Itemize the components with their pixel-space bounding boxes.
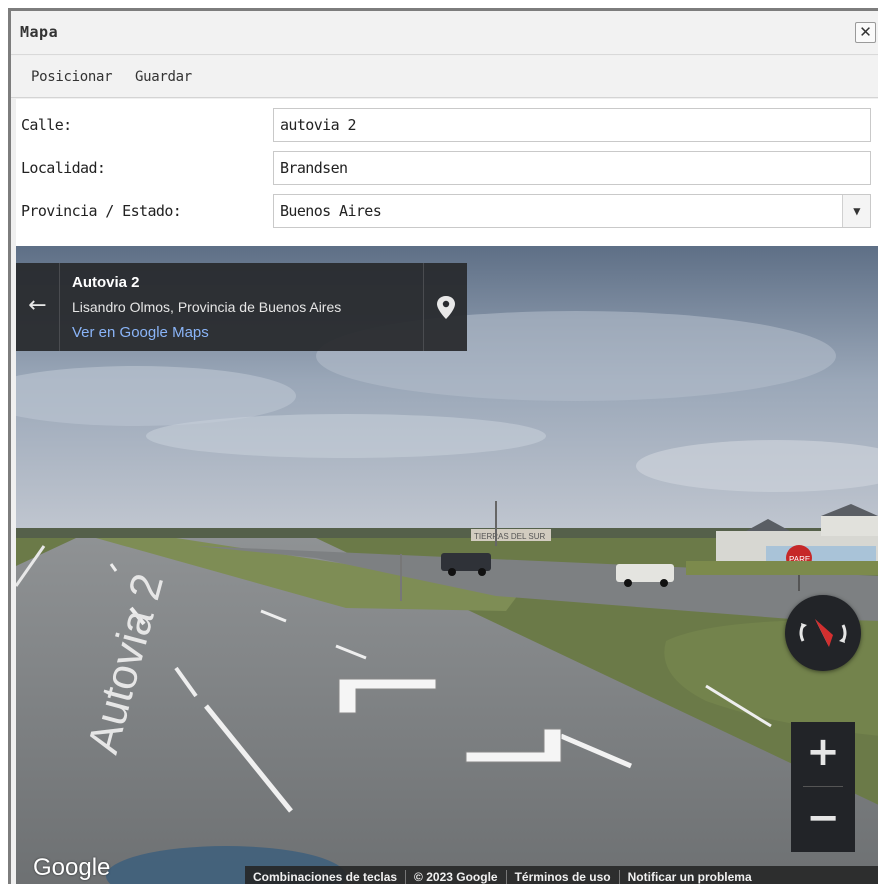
location-card: ← Autovia 2 Lisandro Olmos, Provincia de… <box>16 263 467 351</box>
copyright-text: © 2023 Google <box>406 869 507 884</box>
close-icon: ✕ <box>859 23 872 41</box>
map-pin-button[interactable] <box>423 263 467 351</box>
address-form: Calle: autovia 2 Localidad: Brandsen Pro… <box>16 99 878 246</box>
street-input[interactable]: autovia 2 <box>273 108 871 142</box>
map-dialog: Mapa ✕ Posicionar Guardar Calle: autovia… <box>8 8 878 884</box>
map-footer: Combinaciones de teclas © 2023 Google Té… <box>245 866 878 884</box>
street-row: Calle: autovia 2 <box>16 107 878 143</box>
zoom-in-button[interactable]: + <box>791 722 855 786</box>
save-button[interactable]: Guardar <box>135 69 192 85</box>
locality-input[interactable]: Brandsen <box>273 151 871 185</box>
map-pin-icon <box>437 296 455 319</box>
province-row: Provincia / Estado: Buenos Aires ▼ <box>16 193 878 229</box>
zoom-divider <box>803 786 843 787</box>
compass-icon[interactable] <box>785 595 861 671</box>
google-maps-link[interactable]: Ver en Google Maps <box>72 324 209 341</box>
locality-row: Localidad: Brandsen <box>16 150 878 186</box>
arrow-left-icon[interactable]: ← <box>16 263 60 351</box>
province-select[interactable]: Buenos Aires ▼ <box>273 194 871 228</box>
close-button[interactable]: ✕ <box>855 22 876 43</box>
dialog-title: Mapa <box>20 23 59 41</box>
chevron-down-icon[interactable]: ▼ <box>842 195 870 227</box>
report-problem-link[interactable]: Notificar un problema <box>620 870 756 884</box>
card-subtitle: Lisandro Olmos, Provincia de Buenos Aire… <box>72 299 342 315</box>
zoom-out-button[interactable]: − <box>791 788 855 852</box>
card-title: Autovia 2 <box>72 274 140 291</box>
google-logo: Google <box>33 854 111 881</box>
svg-text:TIERRAS DEL SUR: TIERRAS DEL SUR <box>474 532 545 541</box>
terms-link[interactable]: Términos de uso <box>507 869 620 884</box>
dialog-titlebar[interactable]: Mapa ✕ <box>11 11 878 55</box>
street-label: Calle: <box>21 116 72 134</box>
locality-label: Localidad: <box>21 159 106 177</box>
keyboard-shortcuts-link[interactable]: Combinaciones de teclas <box>245 869 407 884</box>
toolbar: Posicionar Guardar <box>11 56 878 98</box>
street-view-panorama[interactable]: Autovia 2 TIERRAS DEL SUR PARE ← Autovia… <box>16 246 878 884</box>
zoom-control: + − <box>791 722 855 852</box>
province-label: Provincia / Estado: <box>21 202 182 220</box>
position-button[interactable]: Posicionar <box>31 69 113 85</box>
province-value: Buenos Aires <box>280 202 382 220</box>
